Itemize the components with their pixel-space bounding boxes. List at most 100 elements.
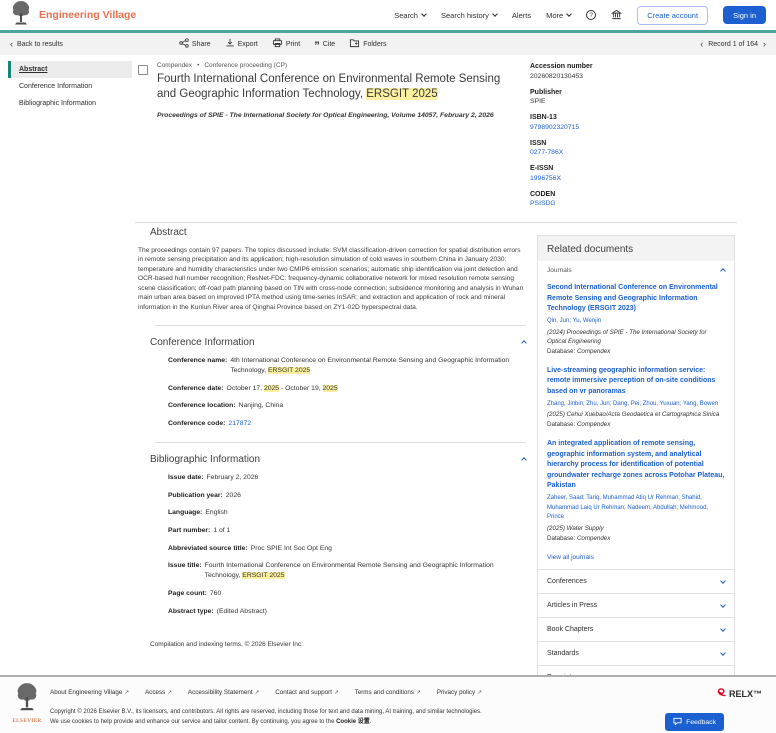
metadata-group: Accession number 20260820130453 bbox=[530, 63, 735, 80]
field-link[interactable]: 217872 bbox=[228, 420, 251, 427]
related-document-authors[interactable]: Zaheer, Saad; Tariq, Muhammad Atiq Ur Re… bbox=[547, 494, 725, 523]
highlighted-text: 2025 bbox=[322, 384, 338, 392]
external-link-icon: ↗ bbox=[124, 690, 129, 696]
feedback-button[interactable]: Feedback bbox=[665, 713, 724, 731]
institution-icon[interactable] bbox=[611, 9, 623, 22]
related-section-label: Articles in Press bbox=[547, 601, 598, 609]
chevron-up-icon[interactable] bbox=[521, 340, 527, 346]
related-document: Second International Conference on Envir… bbox=[538, 278, 734, 361]
speech-bubble-icon bbox=[673, 717, 682, 728]
previous-record-icon[interactable]: ‹ bbox=[700, 39, 703, 49]
footer-link-terms-and-conditions[interactable]: Terms and conditions ↗ bbox=[355, 689, 421, 696]
field-row: Issue date: February 2, 2026 bbox=[168, 473, 526, 483]
next-record-icon[interactable]: › bbox=[763, 39, 766, 49]
related-document-title[interactable]: Live-streaming geographic information se… bbox=[547, 366, 725, 398]
chevron-down-icon bbox=[720, 602, 726, 609]
related-section-conferences[interactable]: Conferences bbox=[538, 568, 734, 593]
field-text: - October 19, bbox=[279, 384, 323, 392]
metadata-group: ISBN-13 9798902320715 bbox=[530, 114, 735, 131]
chevron-up-icon bbox=[720, 267, 726, 274]
metadata-label: Accession number bbox=[530, 63, 593, 70]
folders-label: Folders bbox=[363, 40, 387, 48]
related-document-authors[interactable]: Qin, Jun; Yu, Wenjin bbox=[547, 317, 725, 327]
share-label: Share bbox=[191, 40, 211, 48]
external-link-icon: ↗ bbox=[333, 690, 339, 696]
source-line: Proceedings of SPIE - The International … bbox=[157, 111, 494, 119]
field-row: Conference location: Nanjing, China bbox=[168, 401, 526, 411]
field-row: Page count: 760 bbox=[168, 589, 526, 599]
footer-link-about-engineering-village[interactable]: About Engineering Village ↗ bbox=[50, 689, 129, 696]
metadata-link[interactable]: PSISDG bbox=[530, 200, 735, 207]
conference-information-heading: Conference Information bbox=[138, 337, 527, 349]
field-row: Publication year: 2026 bbox=[168, 491, 526, 501]
cite-label: Cite bbox=[322, 40, 336, 48]
copyright-text: Copyright © 2026 Elsevier B.V., its lice… bbox=[50, 709, 482, 715]
nav-more[interactable]: More bbox=[546, 11, 573, 20]
footer-link-access[interactable]: Access ↗ bbox=[145, 689, 172, 696]
field-label: Abstract type: bbox=[168, 607, 214, 615]
related-document-authors[interactable]: Zhang, Jinbin; Zhu, Jun; Dang, Pei; Zhou… bbox=[547, 400, 725, 410]
view-all-journals-link[interactable]: View all journals bbox=[538, 548, 734, 569]
journals-section-header[interactable]: Journals bbox=[538, 261, 734, 278]
footer-link-privacy-policy[interactable]: Privacy policy ↗ bbox=[437, 689, 482, 696]
related-document-title[interactable]: An integrated application of remote sens… bbox=[547, 439, 725, 492]
record-header: Compendex • Conference proceeding (CP) F… bbox=[138, 62, 530, 119]
export-button[interactable]: Export bbox=[225, 38, 258, 50]
nav-search[interactable]: Search bbox=[394, 11, 427, 20]
folders-button[interactable]: Folders bbox=[349, 38, 387, 50]
related-section-standards[interactable]: Standards bbox=[538, 640, 734, 665]
sidebar-item-abstract[interactable]: Abstract bbox=[8, 61, 132, 78]
back-to-results-button[interactable]: ‹ Back to results bbox=[10, 38, 63, 49]
related-document: An integrated application of remote sens… bbox=[538, 434, 734, 548]
share-button[interactable]: Share bbox=[179, 38, 211, 50]
chevron-left-icon: ‹ bbox=[10, 38, 13, 49]
record-navigation: ‹ Record 1 of 164 › bbox=[700, 39, 766, 49]
field-label: Conference date: bbox=[168, 384, 224, 392]
sidebar-item-conference-information[interactable]: Conference Information bbox=[8, 78, 132, 95]
record-select-checkbox[interactable] bbox=[138, 65, 148, 75]
help-icon[interactable]: ? bbox=[586, 10, 597, 20]
bibliographic-information-fields: Issue date: February 2, 2026 Publication y… bbox=[168, 473, 526, 617]
metadata-link[interactable]: 1996756X bbox=[530, 175, 735, 182]
field-text: 1 of 1 bbox=[213, 526, 231, 534]
create-account-button[interactable]: Create account bbox=[637, 5, 709, 25]
metadata-link[interactable]: 9798902320715 bbox=[530, 124, 735, 131]
related-document-database: Database: Compendex bbox=[547, 348, 725, 355]
engineering-village-logo[interactable]: Engineering Village bbox=[10, 0, 136, 31]
folder-plus-icon bbox=[349, 38, 360, 50]
field-label: Language: bbox=[168, 509, 203, 517]
database-label: Database: bbox=[547, 347, 577, 355]
conference-information-label: Conference Information bbox=[150, 337, 255, 349]
abstract-heading-label: Abstract bbox=[150, 227, 187, 238]
database-label: Database: bbox=[547, 421, 577, 429]
app-header: Engineering Village Search Search history… bbox=[0, 0, 776, 30]
related-section-book-chapters[interactable]: Book Chapters bbox=[538, 616, 734, 641]
cookie-notice: We use cookies to help provide and enhan… bbox=[50, 718, 670, 728]
field-text: Proc SPIE Int Soc Opt Eng bbox=[250, 544, 332, 552]
metadata-value: 20260820130453 bbox=[530, 72, 583, 80]
footer-links: About Engineering Village ↗ Access ↗ Accessi… bbox=[50, 689, 482, 696]
chevron-up-icon[interactable] bbox=[521, 456, 527, 463]
page-title: Fourth International Conference on Envir… bbox=[157, 72, 502, 103]
journals-list: Second International Conference on Envir… bbox=[538, 278, 734, 548]
related-section-label: Standards bbox=[547, 649, 579, 657]
abstract-text: The proceedings contain 97 papers. The t… bbox=[138, 247, 524, 311]
bibliographic-information-label: Bibliographic Information bbox=[150, 454, 261, 466]
field-label: Conference name: bbox=[168, 356, 228, 364]
cite-icon: ” bbox=[314, 40, 320, 52]
footer-link-contact-and-support[interactable]: Contact and support ↗ bbox=[275, 689, 338, 696]
nav-alerts[interactable]: Alerts bbox=[512, 11, 531, 20]
metadata-link[interactable]: 0277-786X bbox=[530, 149, 735, 156]
print-button[interactable]: Print bbox=[272, 38, 300, 50]
related-section-articles-in-press[interactable]: Articles in Press bbox=[538, 592, 734, 617]
sidebar-item-bibliographic-information[interactable]: Bibliographic Information bbox=[8, 95, 132, 112]
related-document-title[interactable]: Second International Conference on Envir… bbox=[547, 283, 725, 315]
field-row: Abbreviated source title: Proc SPIE Int S… bbox=[168, 544, 526, 554]
nav-search-history[interactable]: Search history bbox=[441, 11, 498, 20]
breadcrumb-database: Compendex bbox=[157, 62, 193, 69]
cite-button[interactable]: ” Cite bbox=[314, 40, 336, 52]
footer-link-accessibility-statement[interactable]: Accessibility Statement ↗ bbox=[188, 689, 259, 696]
sign-in-button[interactable]: Sign in bbox=[723, 6, 766, 24]
cookie-settings-link[interactable]: Cookie 设置 bbox=[336, 719, 370, 725]
field-label: Conference location: bbox=[168, 402, 236, 410]
